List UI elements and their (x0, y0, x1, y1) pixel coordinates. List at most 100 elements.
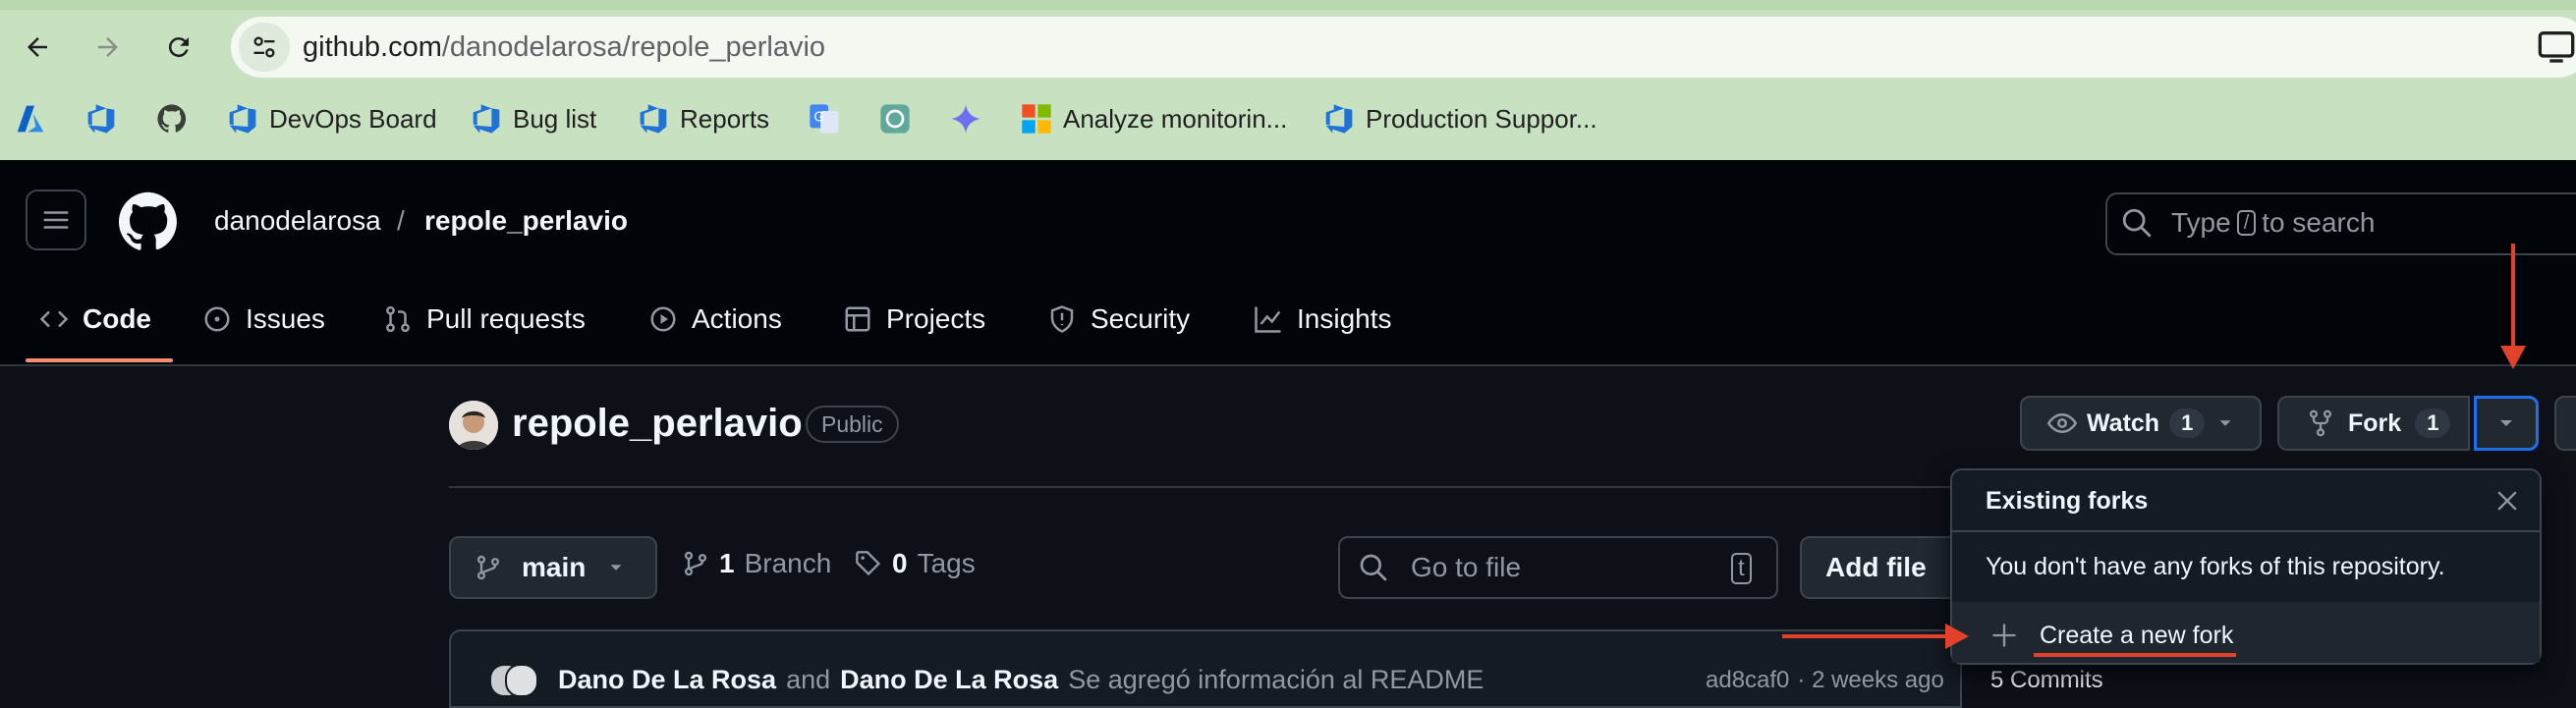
bookmark-devops-1[interactable] (84, 98, 118, 139)
google-translate-icon: G (808, 102, 841, 136)
bookmark-bug-list[interactable]: Bug list (470, 98, 596, 139)
watch-button[interactable]: Watch 1 (2020, 396, 2262, 451)
microsoft-icon (1020, 102, 1053, 136)
branch-icon (684, 551, 707, 576)
bookmark-label: Analyze monitorin... (1063, 103, 1288, 134)
watch-count: 1 (2169, 408, 2206, 438)
url-host: github.com (303, 31, 442, 63)
search-placeholder: Type / to search (2171, 207, 2375, 239)
branch-count: 1 (719, 548, 735, 578)
azure-devops-icon (470, 102, 503, 136)
azure-devops-icon (637, 102, 670, 136)
tab-pull-requests[interactable]: Pull requests (383, 290, 586, 349)
go-to-file-input[interactable] (1338, 536, 1778, 599)
repo-title[interactable]: repole_perlavio (512, 402, 803, 446)
breadcrumb-owner[interactable]: danodelarosa (214, 205, 381, 237)
go-to-file-placeholder: Go to file (1411, 552, 1522, 582)
gemini-icon (949, 102, 982, 136)
tab-projects[interactable]: Projects (843, 290, 985, 349)
breadcrumb-repo[interactable]: repole_perlavio (424, 205, 628, 237)
commit-author[interactable]: Dano De La Rosa (840, 665, 1058, 695)
bookmark-chatgpt[interactable] (878, 98, 912, 139)
code-icon (39, 310, 69, 328)
reload-icon (168, 37, 189, 58)
commit-time: · 2 weeks ago (1797, 667, 1944, 693)
bookmark-label: Bug list (513, 103, 597, 134)
commit-hash[interactable]: ad8caf0 (1706, 667, 1789, 694)
tab-label: Issues (246, 303, 325, 334)
commit-author[interactable]: Dano De La Rosa (558, 665, 776, 695)
back-button[interactable] (8, 20, 67, 75)
forward-button[interactable] (79, 20, 138, 75)
tune-icon (253, 36, 275, 58)
tab-insights[interactable]: Insights (1254, 290, 1392, 349)
tab-code[interactable]: Code (39, 290, 151, 349)
tab-label: Code (83, 303, 151, 334)
issue-icon (204, 306, 230, 332)
bookmark-azure[interactable] (14, 98, 47, 139)
go-to-file-shortcut: t (1731, 553, 1752, 584)
tag-icon (856, 551, 881, 576)
github-icon (118, 191, 177, 250)
search-icon (2120, 206, 2154, 245)
reload-button[interactable] (149, 20, 208, 75)
bookmark-github[interactable] (155, 98, 189, 139)
fork-dropdown-button[interactable] (2474, 396, 2539, 451)
menu-divider (1952, 530, 2540, 532)
branch-selector[interactable]: main (449, 536, 657, 599)
star-button[interactable] (2554, 396, 2576, 451)
tags-link[interactable]: 0 Tags (855, 548, 976, 579)
hamburger-icon (43, 211, 69, 229)
create-fork-label[interactable]: Create a new fork (2040, 622, 2233, 650)
bookmark-label: Production Suppor... (1366, 103, 1597, 134)
fork-count: 1 (2415, 408, 2451, 438)
chatgpt-icon (878, 102, 912, 136)
arrow-down-icon (2500, 346, 2526, 369)
fork-button[interactable]: Fork 1 (2277, 396, 2470, 451)
azure-devops-icon (226, 102, 259, 136)
caret-down-icon (610, 565, 622, 571)
add-file-button[interactable]: Add file (1800, 536, 1967, 599)
fork-label: Fork (2348, 408, 2402, 437)
annotation-underline (2034, 653, 2236, 657)
add-file-label: Add file (1825, 552, 1927, 582)
github-logo[interactable] (116, 190, 181, 259)
commit-and: and (786, 665, 831, 694)
avatar[interactable] (449, 401, 498, 450)
url-path: /danodelarosa/repole_perlavio (441, 31, 826, 63)
active-tab-underline (26, 358, 173, 362)
tab-issues[interactable]: Issues (202, 290, 325, 349)
github-icon (155, 102, 189, 136)
avatar[interactable] (505, 664, 538, 697)
tab-security[interactable]: Security (1047, 290, 1190, 349)
bookmark-analyze[interactable]: Analyze monitorin... (1020, 98, 1287, 139)
url-text[interactable]: github.com/danodelarosa/repole_perlavio (303, 28, 825, 66)
caret-down-icon (2219, 420, 2231, 426)
pull-request-icon (386, 305, 410, 333)
bookmark-production[interactable]: Production Suppor... (1322, 98, 1597, 139)
branches-link[interactable]: 1 Branch (682, 548, 831, 579)
tab-label: Actions (692, 303, 782, 334)
annotation-arrow-shaft (1782, 634, 1951, 638)
branch-icon (476, 555, 500, 580)
bookmark-gemini[interactable] (949, 98, 982, 139)
annotation-arrow-shaft (2511, 244, 2515, 354)
tab-label: Pull requests (426, 303, 586, 334)
bookmark-devops-board[interactable]: DevOps Board (226, 98, 437, 139)
tag-label: Tags (917, 548, 976, 578)
menu-title: Existing forks (1986, 487, 2149, 515)
menu-message: You don't have any forks of this reposit… (1986, 553, 2445, 580)
menu-button[interactable] (26, 190, 86, 250)
commit-message[interactable]: Se agregó información al README (1068, 665, 1484, 695)
site-info-button[interactable] (239, 23, 290, 72)
close-icon[interactable] (2493, 487, 2521, 519)
tab-label: Projects (886, 303, 986, 334)
azure-devops-icon (1322, 102, 1356, 136)
bookmark-translate[interactable]: G (808, 98, 841, 139)
arrow-right-icon (98, 37, 118, 57)
tab-actions[interactable]: Actions (648, 290, 782, 349)
commits-link[interactable]: 5 Commits (1990, 667, 2103, 694)
cast-icon[interactable] (2537, 27, 2576, 71)
bookmark-reports[interactable]: Reports (637, 98, 769, 139)
repo-header-divider (449, 486, 1962, 488)
